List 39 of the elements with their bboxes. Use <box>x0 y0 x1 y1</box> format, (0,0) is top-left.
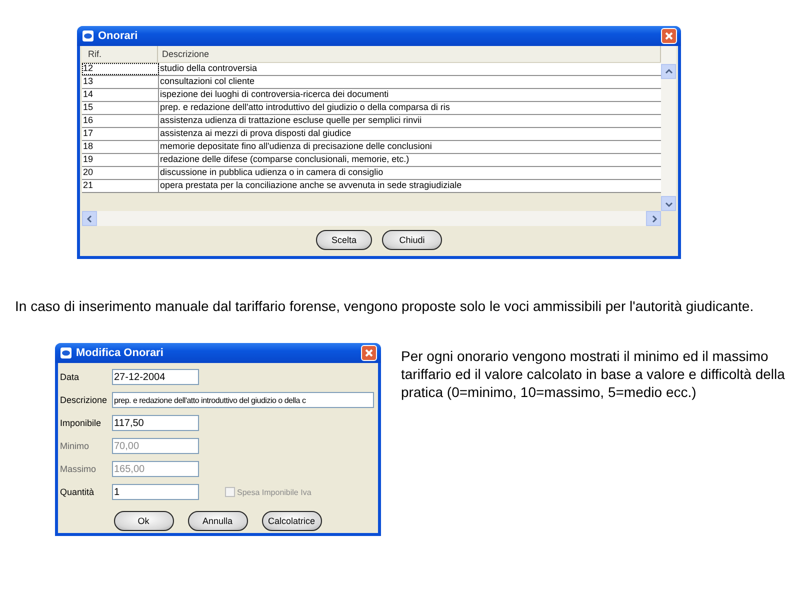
window-title: Modifica Onorari <box>76 347 164 359</box>
checkbox-text: Spesa Imponibile Iva <box>237 488 312 496</box>
table-cell[interactable]: 12 <box>82 63 159 75</box>
ok-button[interactable]: Ok <box>114 511 174 531</box>
close-button[interactable] <box>661 28 677 44</box>
select-button[interactable]: Scelta <box>316 230 372 250</box>
column-header[interactable]: Rif. <box>82 46 158 62</box>
field-label: Minimo <box>60 441 90 451</box>
description-text: In caso di inserimento manuale dal tariffario forense, vengono proposte solo le voci ammissibili per l'autorità giudicante. <box>14 297 755 315</box>
close-button[interactable] <box>361 345 377 361</box>
table-cell[interactable]: 17 <box>82 128 159 140</box>
close-icon[interactable] <box>664 31 674 41</box>
cancel-button[interactable]: Annulla <box>188 511 248 531</box>
field-label: Quantità <box>60 487 96 497</box>
field-label: Massimo <box>60 464 98 474</box>
window-title: Onorari <box>98 30 139 42</box>
app-icon <box>60 347 72 359</box>
input-field[interactable]: 27-12-2004 <box>112 369 199 385</box>
table-cell[interactable]: 19 <box>82 154 159 166</box>
input-field[interactable]: 117,50 <box>112 415 199 431</box>
input-field[interactable]: prep. e redazione dell'atto introduttivo del giudizio o della c <box>112 392 374 408</box>
description-text: Per ogni onorario vengono mostrati il minimo ed il massimo tariffario ed il valore calcolato in base a valore e difficoltà della pratica (0=minimo, 10=massimo, 5=medio ecc.) <box>401 347 786 402</box>
input-field[interactable]: 1 <box>112 484 199 500</box>
table-cell[interactable]: 20 <box>82 167 159 179</box>
table-cell[interactable]: 15 <box>82 102 159 114</box>
horizontal-scrollbar[interactable] <box>82 211 661 226</box>
vertical-scrollbar[interactable] <box>661 46 676 211</box>
table-cell[interactable]: 21 <box>82 180 159 192</box>
field-label: Descrizione <box>60 395 108 405</box>
close-icon[interactable] <box>364 348 374 358</box>
table-cell[interactable]: 14 <box>82 89 159 101</box>
table-cell[interactable]: 16 <box>82 115 159 127</box>
calculator-button[interactable]: Calcolatrice <box>262 511 322 531</box>
close-dialog-button[interactable]: Chiudi <box>382 230 442 250</box>
app-icon <box>82 30 94 42</box>
field-label: Data <box>60 372 80 382</box>
field-label: Imponibile <box>60 418 102 428</box>
table-cell[interactable]: 18 <box>82 141 159 153</box>
table-cell[interactable]: 13 <box>82 76 159 88</box>
